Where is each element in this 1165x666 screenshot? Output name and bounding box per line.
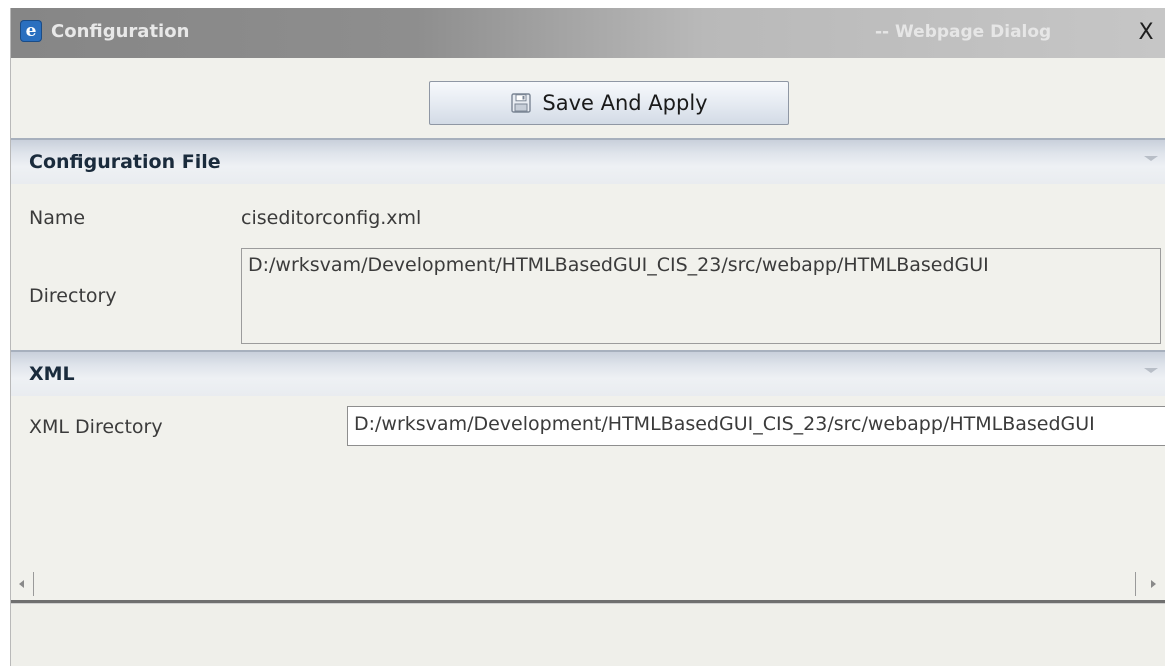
title-bar[interactable]: e Configuration -- Webpage Dialog X [11,8,1165,58]
directory-field[interactable]: D:/wrksvam/Development/HTMLBasedGUI_CIS_… [241,248,1161,344]
name-value: ciseditorconfig.xml [241,207,422,229]
scroll-left-arrow-icon[interactable] [19,580,24,588]
horizontal-scrollbar[interactable] [11,566,1165,600]
internet-explorer-icon: e [20,20,42,42]
status-area [11,604,1165,666]
scrollbar-left-edge [33,572,34,596]
save-and-apply-button[interactable]: Save And Apply [429,81,789,125]
xml-section-header[interactable]: XML [11,350,1165,396]
config-file-section-title: Configuration File [29,151,221,173]
xml-directory-input[interactable]: D:/wrksvam/Development/HTMLBasedGUI_CIS_… [347,406,1165,446]
collapse-arrow-icon[interactable] [1144,368,1158,373]
close-icon: X [1138,20,1154,45]
save-and-apply-label: Save And Apply [542,91,708,115]
config-file-section-header[interactable]: Configuration File [11,138,1165,184]
scrollbar-right-edge [1135,572,1136,596]
directory-label: Directory [29,285,117,307]
webpage-dialog: e Configuration -- Webpage Dialog X Save… [10,8,1165,666]
floppy-disk-icon [510,92,532,114]
scroll-right-arrow-icon[interactable] [1151,580,1156,588]
close-button[interactable]: X [1131,20,1161,46]
collapse-arrow-icon[interactable] [1144,156,1158,161]
window-title-suffix: -- Webpage Dialog [875,22,1052,42]
xml-directory-label: XML Directory [29,416,163,438]
window-title: Configuration [51,21,190,42]
xml-section-title: XML [29,363,75,385]
name-label: Name [29,207,86,229]
